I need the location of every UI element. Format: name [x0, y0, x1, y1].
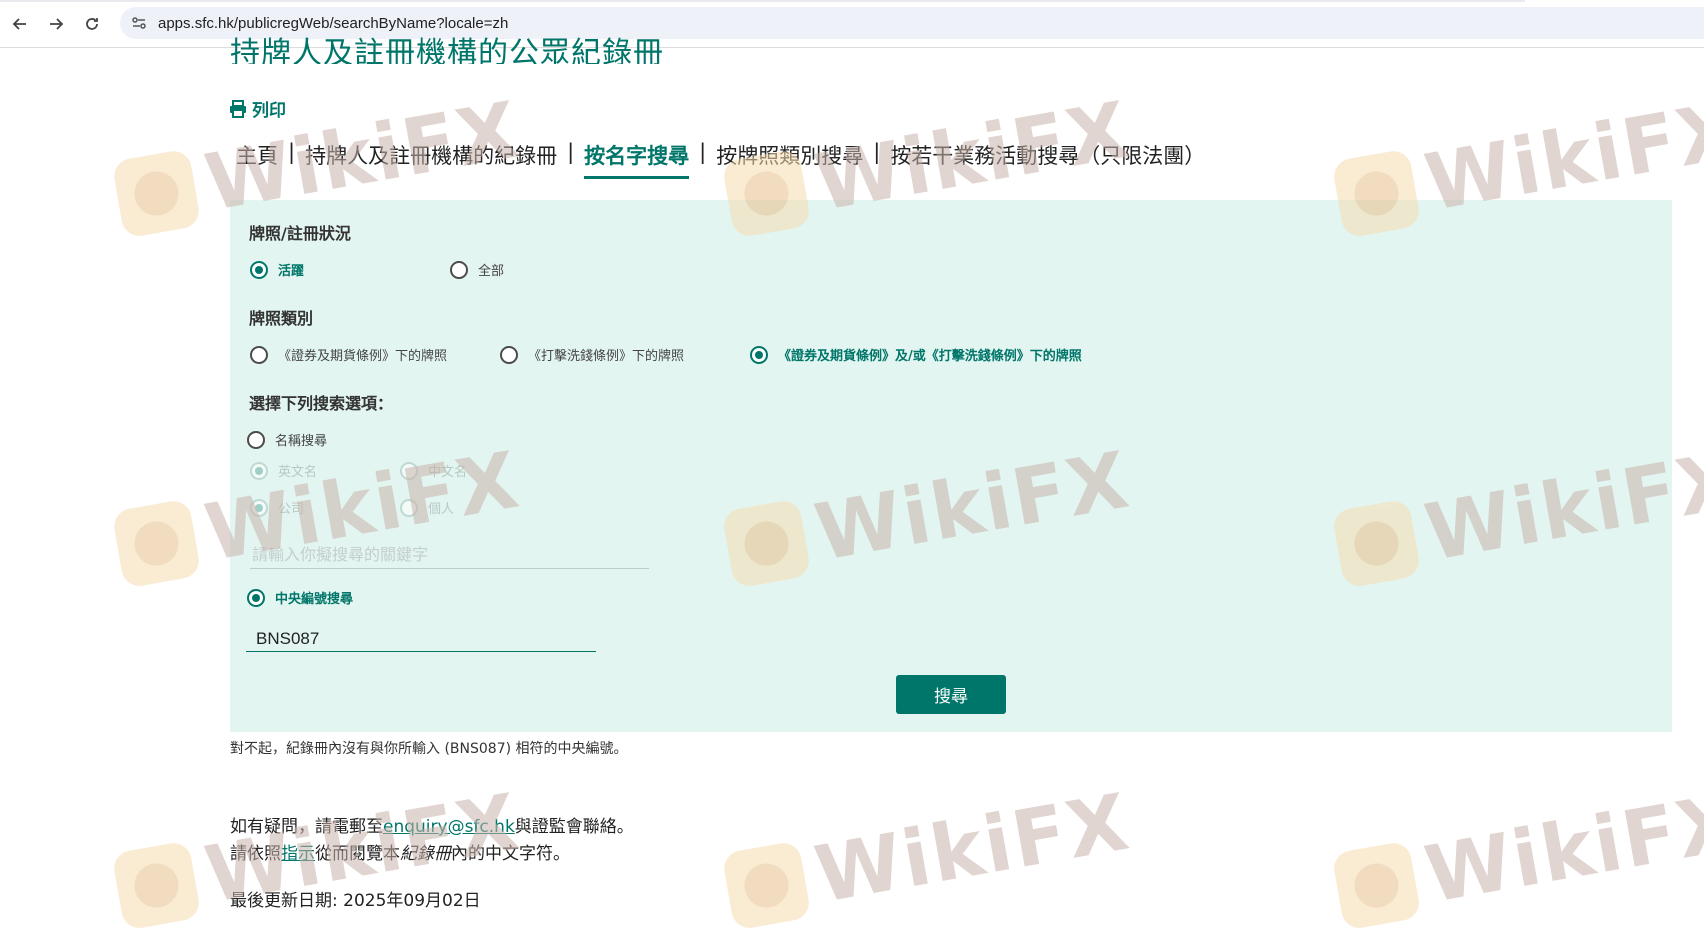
back-button[interactable]: [8, 12, 32, 36]
forward-button[interactable]: [44, 12, 68, 36]
tab-register[interactable]: 持牌人及註冊機構的紀錄冊: [305, 140, 557, 176]
status-all-label: 全部: [478, 264, 505, 279]
result-message: 對不起，紀錄冊內沒有與你所輸入 (BNS087) 相符的中央編號。: [230, 741, 628, 757]
tab-home[interactable]: 主頁: [236, 140, 278, 176]
watermark-text: WikiFX: [1418, 777, 1704, 922]
name-search-label: 名稱搜尋: [275, 434, 328, 449]
status-section-label: 牌照/註冊狀況: [249, 224, 351, 243]
loading-bar: [0, 0, 1525, 2]
license-amlo-label: 《打擊洗錢條例》下的牌照: [528, 349, 685, 364]
ce-number-input[interactable]: [246, 626, 596, 652]
ce-search-label: 中央編號搜尋: [275, 592, 354, 607]
watermark: WikiFX: [720, 777, 1137, 936]
license-both-option[interactable]: 《證券及期貨條例》及/或《打擊洗錢條例》下的牌照: [750, 345, 1082, 364]
company-radio[interactable]: [250, 498, 268, 517]
english-name-option[interactable]: 英文名: [250, 461, 317, 480]
individual-radio[interactable]: [400, 498, 418, 517]
printer-icon: [230, 99, 246, 118]
license-amlo-radio[interactable]: [500, 345, 518, 364]
keyword-input[interactable]: [250, 540, 649, 569]
guide-line: 請依照指示從而閱覽本紀錄冊內的中文字符。: [230, 839, 570, 864]
reload-icon: [86, 18, 98, 30]
contact-suffix: 與證監會聯絡。: [514, 817, 634, 837]
watermark: WikiFX: [1330, 777, 1704, 936]
license-both-label: 《證券及期貨條例》及/或《打擊洗錢條例》下的牌照: [778, 349, 1082, 364]
search-options-label: 選擇下列搜索選項：: [249, 394, 394, 413]
watermark-text: WikiFX: [808, 777, 1137, 922]
license-amlo-option[interactable]: 《打擊洗錢條例》下的牌照: [500, 345, 684, 364]
print-button[interactable]: 列印: [229, 96, 286, 121]
individual-option[interactable]: 個人: [400, 498, 454, 517]
name-search-option[interactable]: 名稱搜尋: [247, 430, 327, 449]
contact-prefix: 如有疑問，請電郵至: [230, 817, 383, 837]
license-sfo-option[interactable]: 《證券及期貨條例》下的牌照: [250, 345, 447, 364]
chinese-name-option[interactable]: 中文名: [400, 461, 467, 480]
guide-link[interactable]: 指示: [281, 844, 315, 864]
site-settings-icon[interactable]: [128, 12, 150, 34]
license-sfo-label: 《證券及期貨條例》下的牌照: [278, 349, 448, 364]
license-both-radio[interactable]: [750, 345, 768, 364]
print-label: 列印: [252, 101, 286, 121]
license-sfo-radio[interactable]: [250, 345, 268, 364]
watermark-logo-icon: [1331, 840, 1422, 931]
company-option[interactable]: 公司: [250, 498, 304, 517]
ce-search-option[interactable]: 中央編號搜尋: [247, 588, 353, 607]
watermark-logo-icon: [111, 840, 202, 931]
english-name-radio[interactable]: [250, 461, 268, 480]
individual-label: 個人: [428, 502, 455, 517]
tab-search-by-name[interactable]: 按名字搜尋: [584, 140, 690, 179]
ce-search-radio[interactable]: [247, 588, 265, 607]
last-updated: 最後更新日期: 2025年09月02日: [230, 891, 481, 911]
guide-italic: 紀錄冊: [400, 844, 451, 864]
tab-separator: |: [873, 140, 881, 164]
watermark-logo-icon: [111, 498, 202, 589]
contact-line: 如有疑問，請電郵至enquiry@sfc.hk與證監會聯絡。: [230, 812, 634, 837]
tab-search-by-activity[interactable]: 按若干業務活動搜尋（只限法團）: [890, 140, 1205, 176]
status-active-label: 活躍: [278, 264, 305, 279]
tab-separator: |: [288, 140, 296, 164]
name-search-radio[interactable]: [247, 430, 265, 449]
watermark-logo-icon: [111, 148, 202, 239]
guide-suffix: 內的中文字符。: [451, 844, 570, 864]
tab-search-by-license-type[interactable]: 按牌照類別搜尋: [716, 140, 863, 176]
reload-button[interactable]: [80, 12, 104, 36]
company-label: 公司: [278, 502, 305, 517]
status-active-radio[interactable]: [250, 260, 268, 279]
chinese-name-radio[interactable]: [400, 461, 418, 480]
watermark-logo-icon: [721, 840, 812, 931]
guide-middle: 從而閱覽本: [315, 844, 400, 864]
page-title: 持牌人及註冊機構的公眾紀錄冊: [230, 37, 664, 64]
status-all-option[interactable]: 全部: [450, 260, 504, 279]
license-type-section-label: 牌照類別: [249, 309, 314, 328]
chinese-name-label: 中文名: [428, 465, 468, 480]
arrow-right-icon: [50, 18, 64, 30]
english-name-label: 英文名: [278, 465, 318, 480]
search-button[interactable]: 搜尋: [896, 675, 1006, 714]
status-all-radio[interactable]: [450, 260, 468, 279]
tab-separator: |: [567, 140, 575, 164]
status-active-option[interactable]: 活躍: [250, 260, 304, 279]
tab-separator: |: [699, 140, 707, 164]
email-link[interactable]: enquiry@sfc.hk: [383, 817, 515, 837]
guide-prefix: 請依照: [230, 844, 281, 864]
tab-nav: 主頁 | 持牌人及註冊機構的紀錄冊 | 按名字搜尋 | 按牌照類別搜尋 | 按若…: [236, 140, 1205, 179]
arrow-left-icon: [12, 18, 26, 30]
